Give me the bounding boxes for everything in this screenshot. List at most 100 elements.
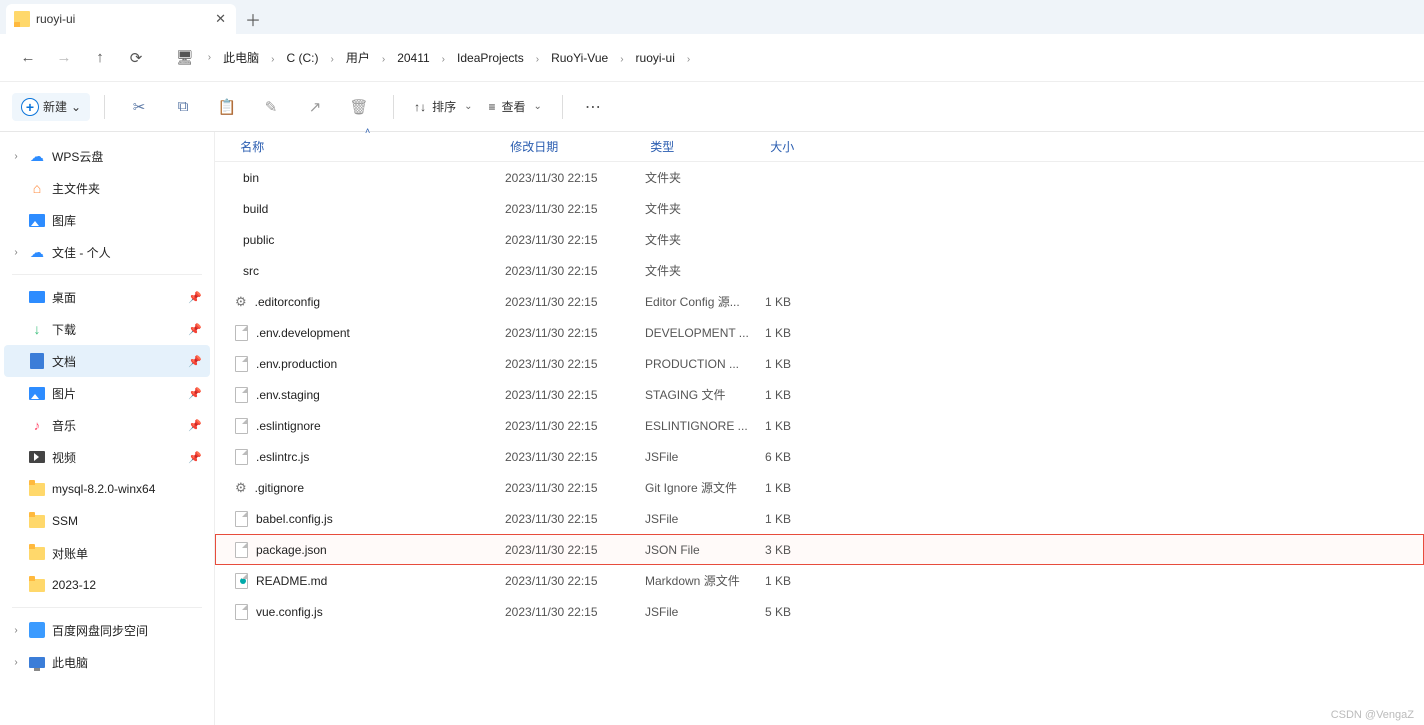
crumb-segment[interactable]: 20411 — [395, 47, 431, 69]
gear-icon: ⚙ — [235, 480, 247, 495]
file-name-cell: .env.staging — [235, 387, 505, 403]
crumb-segment[interactable]: 此电脑 — [221, 47, 261, 69]
picture-icon — [29, 387, 45, 400]
up-button[interactable]: ↑ — [82, 40, 118, 76]
file-row[interactable]: README.md2023/11/30 22:15Markdown 源文件1 K… — [215, 565, 1424, 596]
sidebar-item-label: 下载 — [52, 321, 182, 338]
file-row[interactable]: vue.config.js2023/11/30 22:15JSFile5 KB — [215, 596, 1424, 627]
chevron-right-icon[interactable]: › — [261, 54, 284, 65]
file-row[interactable]: bin2023/11/30 22:15文件夹 — [215, 162, 1424, 193]
file-name-cell: package.json — [235, 542, 505, 558]
sidebar-item[interactable]: ›此电脑 — [4, 646, 210, 678]
watermark: CSDN @VengaZ — [1331, 709, 1414, 721]
file-row[interactable]: ⚙.gitignore2023/11/30 22:15Git Ignore 源文… — [215, 472, 1424, 503]
forward-button[interactable]: → — [46, 40, 82, 76]
monitor-icon[interactable]: 🖥 — [172, 49, 198, 66]
file-row[interactable]: .env.development2023/11/30 22:15DEVELOPM… — [215, 317, 1424, 348]
toolbar: + 新建 ⌄ ✂ ⧉ 📋 ✎ ↗ 🗑 ↑↓ 排序 ⌄ ≡ 查看 ⌄ ⋯ — [0, 82, 1424, 132]
sidebar-item[interactable]: ›图片📌 — [4, 377, 210, 409]
sidebar-item[interactable]: ›⌂主文件夹 — [4, 172, 210, 204]
crumb-segment[interactable]: C (C:) — [284, 47, 320, 69]
expand-icon[interactable]: › — [10, 247, 22, 258]
sort-button[interactable]: ↑↓ 排序 ⌄ — [408, 94, 478, 119]
sidebar-item[interactable]: ›文档📌 — [4, 345, 210, 377]
sidebar-item-label: 桌面 — [52, 289, 182, 306]
column-date[interactable]: 修改日期 — [510, 138, 650, 155]
file-row[interactable]: package.json2023/11/30 22:15JSON File3 K… — [215, 534, 1424, 565]
view-icon: ≡ — [488, 100, 495, 114]
crumb-segment[interactable]: ruoyi-ui — [634, 47, 677, 69]
file-icon — [235, 325, 248, 341]
cut-icon[interactable]: ✂ — [119, 89, 159, 125]
browser-tab[interactable]: ruoyi-ui ✕ — [6, 4, 236, 34]
column-header[interactable]: ˄ 名称 修改日期 类型 大小 — [215, 132, 1424, 162]
crumb-segment[interactable]: 用户 — [344, 47, 372, 69]
pin-icon: 📌 — [188, 355, 202, 368]
sidebar-item[interactable]: ›对账单 — [4, 537, 210, 569]
chevron-right-icon[interactable]: › — [677, 54, 700, 65]
new-button[interactable]: + 新建 ⌄ — [12, 93, 90, 121]
sidebar-item[interactable]: ›SSM — [4, 505, 210, 537]
file-type: JSFile — [645, 512, 765, 526]
file-row[interactable]: .env.production2023/11/30 22:15PRODUCTIO… — [215, 348, 1424, 379]
new-tab-button[interactable]: ＋ — [236, 4, 270, 34]
chevron-right-icon[interactable]: › — [198, 52, 221, 63]
close-icon[interactable]: ✕ — [215, 11, 226, 27]
crumb-segment[interactable]: IdeaProjects — [455, 47, 526, 69]
file-name-cell: src — [235, 264, 505, 278]
chevron-right-icon[interactable]: › — [432, 54, 455, 65]
file-name: .eslintrc.js — [256, 450, 309, 464]
folder-icon — [29, 515, 45, 528]
sidebar-item[interactable]: ›桌面📌 — [4, 281, 210, 313]
file-size: 1 KB — [765, 388, 845, 402]
chevron-right-icon[interactable]: › — [610, 54, 633, 65]
sidebar-item[interactable]: ›图库 — [4, 204, 210, 236]
back-button[interactable]: ← — [10, 40, 46, 76]
sidebar-item[interactable]: ›☁文佳 - 个人 — [4, 236, 210, 268]
file-row[interactable]: ⚙.editorconfig2023/11/30 22:15Editor Con… — [215, 286, 1424, 317]
view-button[interactable]: ≡ 查看 ⌄ — [482, 94, 547, 119]
file-row[interactable]: src2023/11/30 22:15文件夹 — [215, 255, 1424, 286]
delete-icon[interactable]: 🗑 — [339, 89, 379, 125]
file-type: PRODUCTION ... — [645, 357, 765, 371]
crumb-segment[interactable]: RuoYi-Vue — [549, 47, 610, 69]
sidebar-item[interactable]: ›♪音乐📌 — [4, 409, 210, 441]
sidebar-item[interactable]: ›视频📌 — [4, 441, 210, 473]
chevron-right-icon[interactable]: › — [320, 54, 343, 65]
share-icon[interactable]: ↗ — [295, 89, 335, 125]
file-row[interactable]: babel.config.js2023/11/30 22:15JSFile1 K… — [215, 503, 1424, 534]
chevron-right-icon[interactable]: › — [526, 54, 549, 65]
refresh-button[interactable]: ⟳ — [118, 40, 154, 76]
sidebar-item[interactable]: ›☁WPS云盘 — [4, 140, 210, 172]
file-name-cell: ⚙ .gitignore — [235, 480, 505, 496]
rename-icon[interactable]: ✎ — [251, 89, 291, 125]
column-size[interactable]: 大小 — [770, 138, 850, 155]
file-row[interactable]: build2023/11/30 22:15文件夹 — [215, 193, 1424, 224]
sidebar-item[interactable]: ›百度网盘同步空间 — [4, 614, 210, 646]
copy-icon[interactable]: ⧉ — [163, 89, 203, 125]
file-date: 2023/11/30 22:15 — [505, 357, 645, 371]
more-button[interactable]: ⋯ — [577, 97, 611, 117]
column-type[interactable]: 类型 — [650, 138, 770, 155]
file-name: .gitignore — [255, 481, 304, 495]
file-row[interactable]: .eslintignore2023/11/30 22:15ESLINTIGNOR… — [215, 410, 1424, 441]
sidebar-item[interactable]: ›↓下载📌 — [4, 313, 210, 345]
tab-title: ruoyi-ui — [36, 12, 75, 26]
column-name[interactable]: 名称 — [240, 138, 510, 155]
file-size: 1 KB — [765, 295, 845, 309]
sidebar-item[interactable]: ›2023-12 — [4, 569, 210, 601]
chevron-down-icon: ⌄ — [534, 101, 542, 112]
file-size: 6 KB — [765, 450, 845, 464]
file-type: JSON File — [645, 543, 765, 557]
chevron-right-icon[interactable]: › — [372, 54, 395, 65]
file-row[interactable]: public2023/11/30 22:15文件夹 — [215, 224, 1424, 255]
expand-icon[interactable]: › — [10, 151, 22, 162]
sidebar-item[interactable]: ›mysql-8.2.0-winx64 — [4, 473, 210, 505]
file-row[interactable]: .env.staging2023/11/30 22:15STAGING 文件1 … — [215, 379, 1424, 410]
expand-icon[interactable]: › — [10, 625, 22, 636]
sidebar-item-label: mysql-8.2.0-winx64 — [52, 482, 202, 496]
file-date: 2023/11/30 22:15 — [505, 605, 645, 619]
file-row[interactable]: .eslintrc.js2023/11/30 22:15JSFile6 KB — [215, 441, 1424, 472]
expand-icon[interactable]: › — [10, 657, 22, 668]
paste-icon[interactable]: 📋 — [207, 89, 247, 125]
